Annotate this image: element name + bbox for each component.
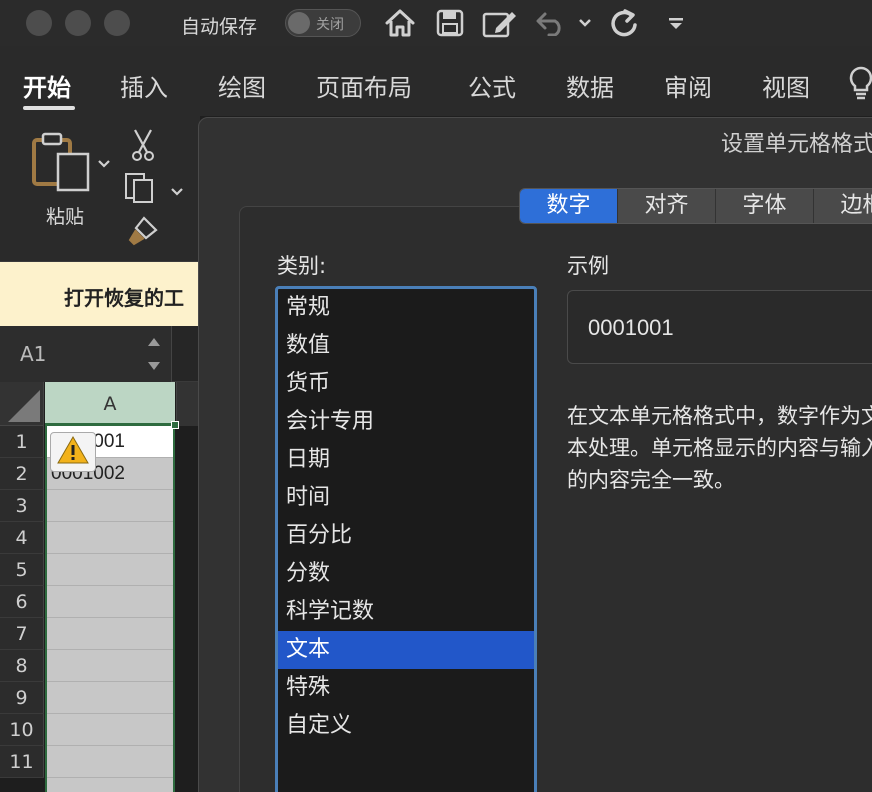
copy-icon[interactable]: [124, 170, 162, 208]
ribbon-home: 粘贴: [0, 116, 200, 262]
toggle-knob: [288, 12, 310, 34]
row-header[interactable]: 1: [0, 426, 44, 458]
autosave-label: 自动保存: [181, 16, 258, 38]
row-headers: 1 2 3 4 5 6 7 8 9 10 11: [0, 426, 44, 778]
ribbon-tabs: 开始 插入 绘图 页面布局 公式 数据 审阅 视图: [0, 46, 872, 116]
row-header[interactable]: 7: [0, 618, 44, 650]
tab-data[interactable]: 数据: [566, 68, 614, 103]
list-item[interactable]: 常规: [278, 289, 534, 327]
formula-bar: A1: [0, 326, 200, 382]
row-header[interactable]: 8: [0, 650, 44, 682]
row-header[interactable]: 4: [0, 522, 44, 554]
autosave-state: 关闭: [316, 17, 344, 33]
active-tab-indicator: [23, 106, 75, 110]
chevron-down-icon[interactable]: [576, 6, 594, 40]
cell-a8[interactable]: [47, 650, 173, 682]
sample-label: 示例: [567, 254, 609, 278]
cell-a9[interactable]: [47, 682, 173, 714]
tab-insert[interactable]: 插入: [120, 68, 168, 103]
title-bar: 自动保存 关闭: [0, 0, 872, 46]
paste-icon[interactable]: [30, 130, 92, 196]
row-header[interactable]: 6: [0, 586, 44, 618]
undo-icon[interactable]: [534, 6, 568, 40]
column-a-selection: 0001001 0001002: [45, 421, 179, 792]
cell-a10[interactable]: [47, 714, 173, 746]
tab-alignment[interactable]: 对齐: [618, 189, 716, 223]
name-box-stepper-icon[interactable]: [146, 334, 162, 378]
row-header[interactable]: 5: [0, 554, 44, 586]
name-box-value: A1: [20, 342, 47, 366]
list-item[interactable]: 特殊: [278, 669, 534, 707]
category-label: 类别:: [277, 254, 327, 278]
error-warning-button[interactable]: [50, 432, 96, 472]
sample-value: 0001001: [588, 315, 674, 340]
tab-view[interactable]: 视图: [762, 68, 810, 103]
list-item[interactable]: 百分比: [278, 517, 534, 555]
row-header[interactable]: 2: [0, 458, 44, 490]
tab-border[interactable]: 边框: [814, 189, 872, 223]
tab-font[interactable]: 字体: [716, 189, 814, 223]
format-painter-icon[interactable]: [126, 214, 160, 252]
fill-handle[interactable]: [171, 421, 179, 429]
cell-a7[interactable]: [47, 618, 173, 650]
close-window-button[interactable]: [26, 10, 52, 36]
cell-a6[interactable]: [47, 586, 173, 618]
paste-options-chevron-icon[interactable]: [97, 154, 111, 173]
tab-draw[interactable]: 绘图: [218, 68, 266, 103]
recovery-message-bar: 打开恢复的工: [0, 262, 200, 326]
list-item[interactable]: 会计专用: [278, 403, 534, 441]
dialog-tabs: 数字 对齐 字体 边框: [519, 188, 872, 224]
cell-a5[interactable]: [47, 554, 173, 586]
cell-a3[interactable]: [47, 490, 173, 522]
list-item[interactable]: 日期: [278, 441, 534, 479]
dialog-title: 设置单元格格式: [721, 132, 872, 157]
format-description: 在文本单元格格式中，数字作为文本处理。单元格显示的内容与输入的内容完全一致。: [567, 404, 872, 492]
edit-icon[interactable]: [481, 6, 519, 40]
tab-number[interactable]: 数字: [520, 189, 618, 223]
list-item[interactable]: 自定义: [278, 707, 534, 745]
cell-a4[interactable]: [47, 522, 173, 554]
autosave-toggle[interactable]: 关闭: [285, 9, 361, 37]
format-cells-dialog: 设置单元格格式 数字 对齐 字体 边框 类别: 示例 常规 数值 货币 会计专用…: [198, 117, 872, 792]
list-item[interactable]: 分数: [278, 555, 534, 593]
row-header[interactable]: 3: [0, 490, 44, 522]
list-item[interactable]: 货币: [278, 365, 534, 403]
row-header[interactable]: 10: [0, 714, 44, 746]
home-icon[interactable]: [382, 6, 418, 40]
tab-review[interactable]: 审阅: [664, 68, 712, 103]
warning-icon: [56, 435, 90, 469]
lightbulb-icon[interactable]: [848, 66, 872, 104]
row-header[interactable]: 11: [0, 746, 44, 778]
category-list[interactable]: 常规 数值 货币 会计专用 日期 时间 百分比 分数 科学记数 文本 特殊 自定…: [275, 286, 537, 792]
tab-page-layout[interactable]: 页面布局: [316, 68, 412, 103]
recovery-message-text: 打开恢复的工: [64, 286, 184, 310]
redo-icon[interactable]: [607, 6, 643, 40]
cell-a11[interactable]: [47, 746, 173, 778]
column-header-b[interactable]: [176, 382, 200, 426]
save-icon[interactable]: [434, 6, 466, 40]
copy-options-chevron-icon[interactable]: [170, 182, 184, 201]
worksheet-grid: A 1 2 3 4 5 6 7 8 9 10 11 0001001 000100…: [0, 382, 200, 792]
cut-icon[interactable]: [130, 128, 156, 166]
select-all-corner[interactable]: [0, 382, 44, 426]
row-header[interactable]: 9: [0, 682, 44, 714]
tab-formulas[interactable]: 公式: [468, 68, 516, 103]
list-item-selected[interactable]: 文本: [278, 631, 534, 669]
list-item[interactable]: 时间: [278, 479, 534, 517]
minimize-window-button[interactable]: [65, 10, 91, 36]
sample-box: 0001001: [567, 290, 872, 364]
tab-home[interactable]: 开始: [23, 68, 71, 103]
list-item[interactable]: 科学记数: [278, 593, 534, 631]
name-box[interactable]: A1: [0, 326, 172, 382]
zoom-window-button[interactable]: [104, 10, 130, 36]
column-header-a[interactable]: A: [45, 382, 175, 426]
customize-toolbar-icon[interactable]: [664, 6, 688, 40]
paste-label: 粘贴: [46, 206, 85, 228]
list-item[interactable]: 数值: [278, 327, 534, 365]
